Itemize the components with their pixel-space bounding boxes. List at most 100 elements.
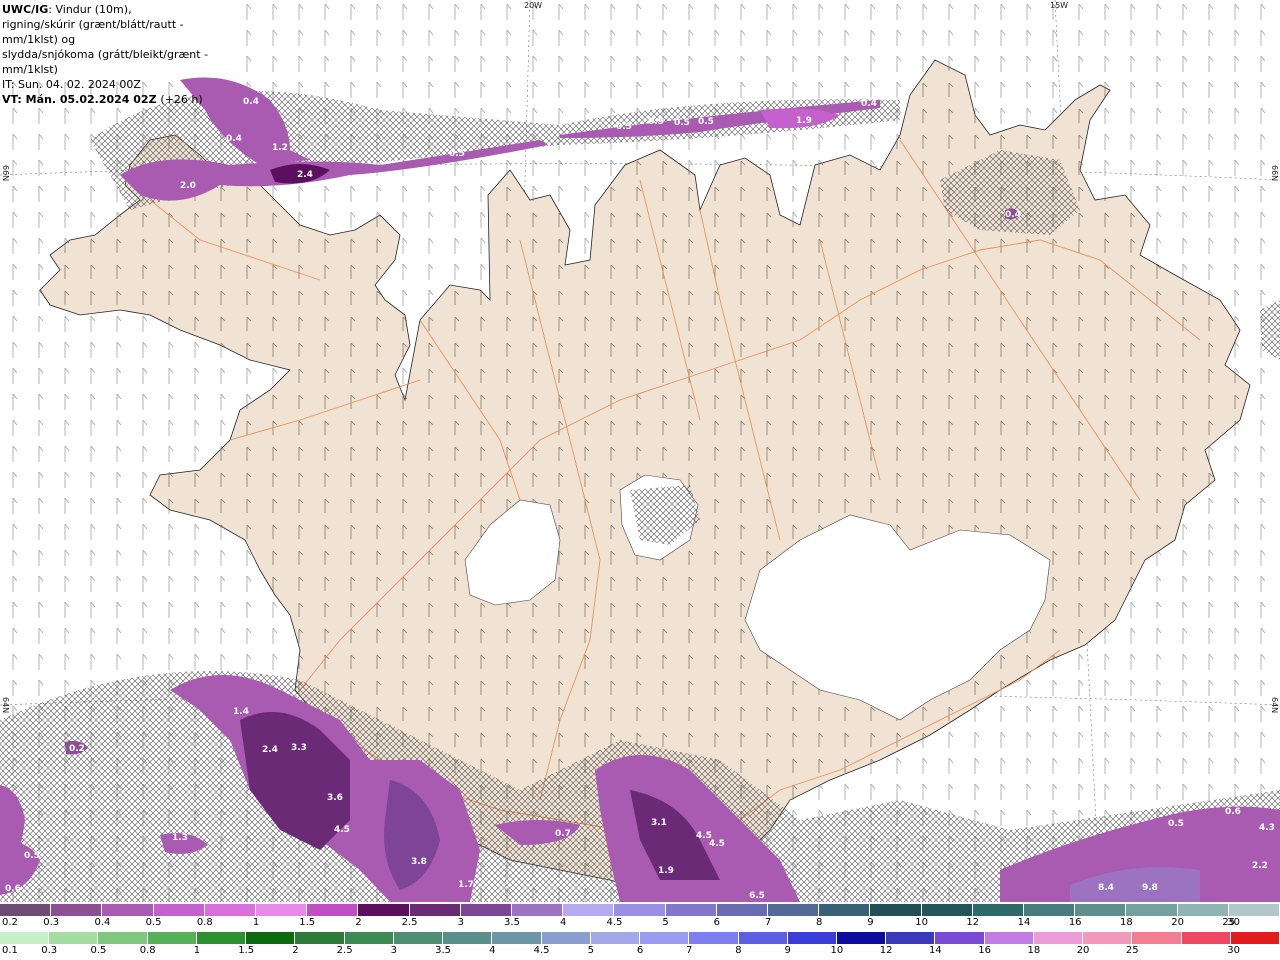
legend-label: 4.5 [606,917,623,928]
legend-swatch [246,932,296,944]
precip-value: 3.6 [327,793,343,803]
precip-value: 0.4 [1005,210,1021,220]
precip-value: 0.4 [861,99,877,109]
legend-swatch [0,904,52,916]
legend-label: 2.5 [401,917,418,928]
legend-swatch [102,904,154,916]
precip-value: 0.4 [226,134,242,144]
legend-swatch [358,904,410,916]
legend-swatch [460,904,513,916]
valid-time: VT: Mán. 05.02.2024 02Z [2,93,157,106]
legend-swatch [1024,904,1076,916]
info-line-snow: slydda/snjókoma (grátt/bleikt/grænt - mm… [2,48,209,76]
legend-label: 9 [867,917,874,928]
precip-value: 0.5 [616,122,632,132]
legend-swatch [49,932,99,944]
lat-label-64n-left: 64N [1,697,10,714]
legend-swatch [307,904,359,916]
precip-value: 1.4 [233,707,249,717]
legend-label: 0.8 [196,917,213,928]
precip-value: 0.4 [243,97,259,107]
legend-swatch [716,904,769,916]
legend-swatch [51,904,103,916]
legend-swatch [768,904,820,916]
legend-swatch [541,932,591,944]
legend-label: 18 [1120,917,1133,928]
legend-swatch [1228,904,1280,916]
precip-value: 1.2 [272,143,288,153]
snow-legend-labels: 0.2 0.3 0.4 0.5 0.8 1 1.5 2 2.5 3 3.5 4 4.5 5 6 7 8 9 10 12… [0,917,1280,931]
legend-label: 5 [587,945,594,956]
legend-label: 6 [636,945,644,956]
precip-value: 4.5 [334,825,350,835]
precip-value: 1.3 [172,833,188,843]
precip-value: 2.2 [1252,861,1268,871]
precip-value: 2.4 [297,170,313,180]
legend-swatch [738,932,788,944]
legend-swatch [1230,932,1280,944]
legend-label: 12 [879,945,893,956]
legend-label: 8 [816,917,823,928]
precip-value: 0.6 [5,884,21,894]
legend-label: 20 [1171,917,1184,928]
legend-label: 7 [764,917,772,928]
legend-label: 16 [1068,917,1082,928]
legend-label: 1 [252,917,260,928]
legend-swatch [590,932,641,944]
legend-label: 0.5 [90,945,107,956]
legend-label: 8 [735,945,742,956]
legend-label: 12 [966,917,980,928]
map-info-box: UWC/IG: Vindur (10m), rigning/skúrir (gr… [0,0,238,106]
init-time: IT: Sun. 04. 02. 2024 00Z [2,78,141,91]
legend-label: 0.4 [94,917,111,928]
precip-value: 0.5 [674,118,690,128]
legend-swatch [204,904,257,916]
weather-map: 0.4 1.2 0.4 2.0 2.4 0.5 0.5 0.5 0.5 1.9 … [0,0,1280,903]
legend-label: 9 [784,945,791,956]
legend-swatch [295,932,345,944]
legend-swatch [836,932,887,944]
legend-label: 10 [830,945,844,956]
legend-swatch [196,932,247,944]
legend-swatch [1075,904,1127,916]
legend-swatch [1132,932,1182,944]
precip-value: 9.8 [1142,883,1158,893]
legend-swatch [512,904,564,916]
legend-label: 6 [713,917,720,928]
legend-label: 0.1 [2,945,18,956]
legend-label: 1.5 [299,917,316,928]
legend-swatch [563,904,615,916]
legend-label: 1.5 [238,945,255,956]
legend-swatch [409,904,461,916]
precip-value: 0.5 [24,851,40,861]
legend-label: 0.5 [145,917,162,928]
legend-swatch [393,932,444,944]
legend-swatch [1083,932,1133,944]
legend-swatch [0,932,50,944]
legend-label: 0.8 [139,945,156,956]
legend-swatch [344,932,394,944]
legend-label: 16 [978,945,991,956]
precip-value: 8.4 [1098,883,1114,893]
legend-swatch [984,932,1034,944]
precip-value: 0.6 [1225,807,1241,817]
precip-value: 1.7 [458,880,474,890]
legend-label: 1 [193,945,201,956]
lead-time: (+26 h) [160,93,203,106]
legend-swatch [886,932,936,944]
precip-value: 0.5 [449,149,465,159]
legend-label: 18 [1027,945,1041,956]
legend-swatch [819,904,871,916]
legend-label: 14 [1017,917,1031,928]
precip-value: 3.3 [291,743,307,753]
legend-swatch [935,932,985,944]
legend-swatch [1126,904,1178,916]
legend-label: 14 [929,945,942,956]
rain-legend-labels: 0.1 0.3 0.5 0.8 1 1.5 2 2.5 3 3.5 4 4.5 5 6 7 8 9 10 12 14 1… [0,945,1280,959]
legend-label: 0.3 [43,917,60,928]
legend-label: 4 [489,945,496,956]
info-line-rain: rigning/skúrir (grænt/blátt/rautt - mm/1… [2,18,184,46]
legend-swatch [153,904,205,916]
legend-label: 3 [390,945,398,956]
precip-value: 3.1 [651,818,667,828]
